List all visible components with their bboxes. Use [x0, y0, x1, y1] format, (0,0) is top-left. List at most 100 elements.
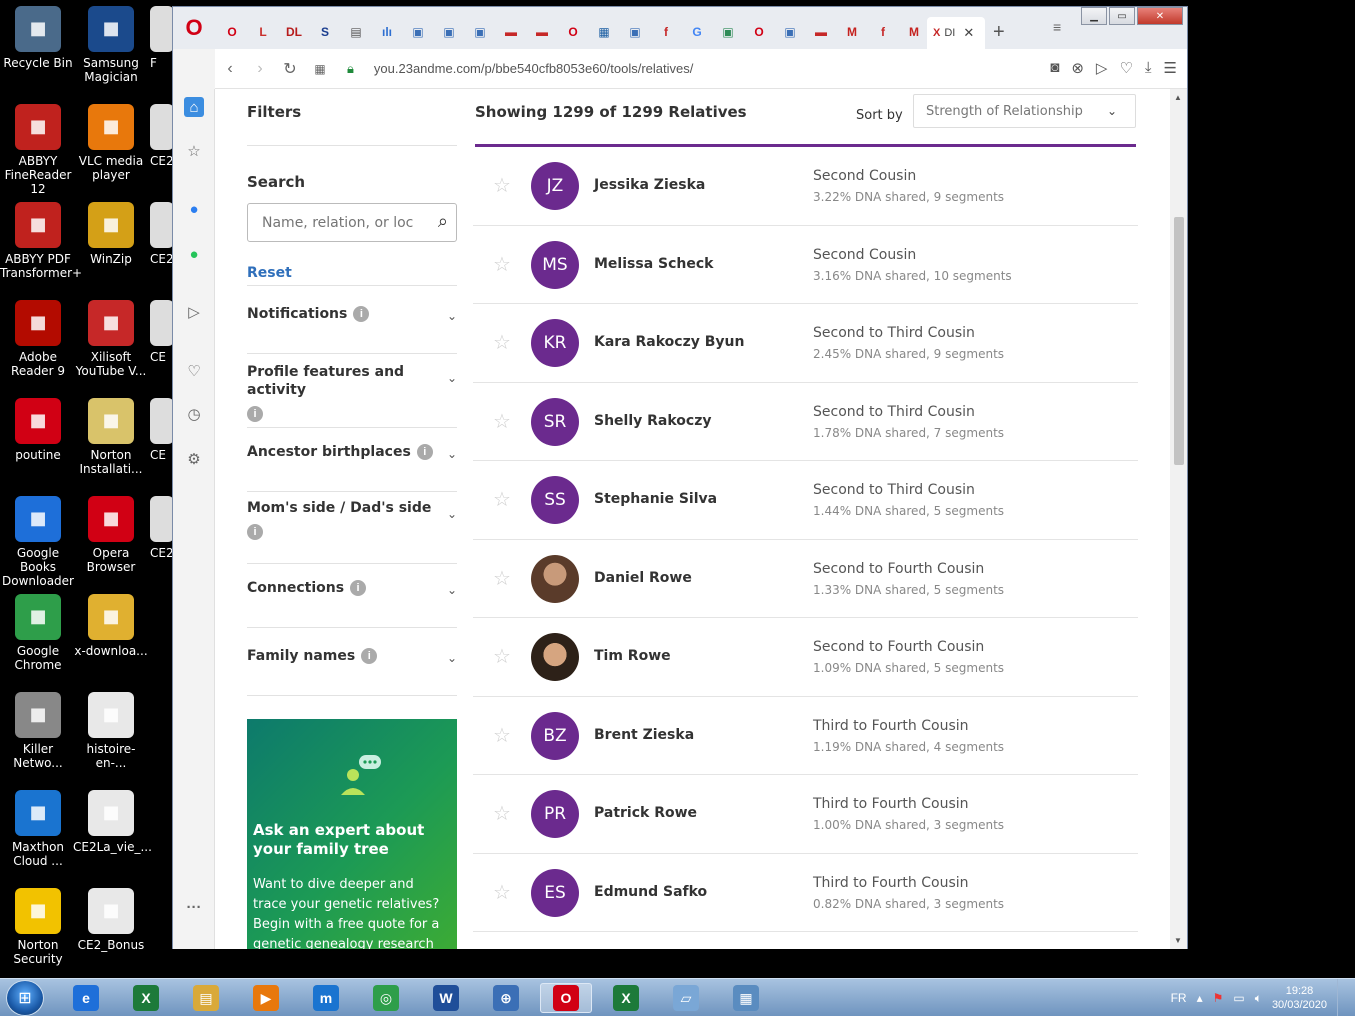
- avatar[interactable]: BZ: [531, 711, 579, 760]
- browser-tab[interactable]: DL: [283, 21, 305, 43]
- download-icon[interactable]: ⤓: [1145, 59, 1152, 77]
- close-window-button[interactable]: ✕: [1137, 7, 1183, 25]
- info-icon[interactable]: i: [353, 306, 370, 322]
- maximize-button[interactable]: ▭: [1109, 7, 1135, 25]
- taskbar-app[interactable]: X: [600, 983, 652, 1013]
- relative-name[interactable]: Daniel Rowe: [594, 570, 692, 586]
- expert-promo-banner[interactable]: Ask an expert about your family tree Wan…: [247, 719, 457, 949]
- url-field[interactable]: you.23andme.com/p/bbe540cfb8053e60/tools…: [374, 61, 693, 76]
- search-box[interactable]: ⌕: [247, 203, 457, 242]
- taskbar-app[interactable]: X: [120, 983, 172, 1013]
- flag-icon[interactable]: ⚑: [1213, 991, 1224, 1005]
- browser-tab[interactable]: ılı: [376, 21, 398, 43]
- relative-name[interactable]: Jessika Zieska: [594, 177, 705, 193]
- adblock-icon[interactable]: ⊗: [1071, 59, 1084, 77]
- send-icon[interactable]: ▷: [184, 302, 204, 322]
- avatar[interactable]: [531, 554, 579, 603]
- taskbar-app[interactable]: O: [540, 983, 592, 1013]
- desktop-icon[interactable]: ■ ABBYY FineReader 12: [0, 104, 76, 196]
- heart-icon[interactable]: ♡: [184, 361, 204, 381]
- relative-name[interactable]: Melissa Scheck: [594, 256, 713, 272]
- taskbar-app[interactable]: e: [60, 983, 112, 1013]
- desktop-icon-partial[interactable]: CE2: [150, 202, 174, 266]
- desktop-icon[interactable]: ■ Recycle Bin: [0, 6, 76, 70]
- network-icon[interactable]: ▭: [1233, 991, 1244, 1005]
- filter-section[interactable]: Connections i ⌄: [247, 579, 457, 628]
- browser-tab[interactable]: O: [221, 21, 243, 43]
- search-icon[interactable]: ⌕: [438, 211, 448, 232]
- show-desktop-button[interactable]: [1337, 979, 1347, 1016]
- relative-row[interactable]: ☆ KR Kara Rakoczy Byun Second to Third Cous…: [473, 304, 1138, 383]
- info-icon[interactable]: i: [361, 648, 378, 664]
- star-icon[interactable]: ☆: [184, 141, 204, 161]
- browser-tab[interactable]: M: [841, 21, 863, 43]
- tab-menu-icon[interactable]: ≡: [1053, 19, 1061, 35]
- avatar[interactable]: SS: [531, 476, 579, 524]
- close-tab-icon[interactable]: ✕: [963, 25, 974, 41]
- star-icon[interactable]: ☆: [493, 801, 511, 826]
- browser-tab[interactable]: ▣: [469, 21, 491, 43]
- relative-row[interactable]: ☆ BZ Brent Zieska Third to Fourth Cousin 1.1…: [473, 697, 1138, 775]
- desktop-icon[interactable]: ■ Google Chrome: [0, 594, 76, 672]
- relative-name[interactable]: Edmund Safko: [594, 884, 707, 900]
- relative-row[interactable]: ☆ ES Edmund Safko Third to Fourth Cousin 0.8…: [473, 854, 1138, 932]
- speed-dial-icon[interactable]: ▦: [305, 62, 335, 76]
- reset-link[interactable]: Reset: [247, 265, 292, 281]
- info-icon[interactable]: i: [416, 444, 433, 460]
- browser-tab[interactable]: ▣: [779, 21, 801, 43]
- search-input[interactable]: [262, 214, 422, 231]
- star-icon[interactable]: ☆: [493, 644, 511, 669]
- browser-tab[interactable]: f: [655, 21, 677, 43]
- browser-tab[interactable]: O: [562, 21, 584, 43]
- scroll-down-icon[interactable]: ▼: [1174, 936, 1182, 945]
- avatar[interactable]: SR: [531, 397, 579, 446]
- star-icon[interactable]: ☆: [493, 409, 511, 434]
- browser-tab[interactable]: ▣: [624, 21, 646, 43]
- relative-row[interactable]: ☆ Tim Rowe Second to Fourth Cousin 1.09% DN…: [473, 618, 1138, 697]
- taskbar-app[interactable]: ▱: [660, 983, 712, 1013]
- browser-tab[interactable]: ▤: [345, 21, 367, 43]
- browser-tab[interactable]: G: [686, 21, 708, 43]
- opera-menu-button[interactable]: O: [173, 7, 215, 49]
- more-icon[interactable]: ···: [184, 897, 204, 917]
- avatar[interactable]: KR: [531, 319, 579, 367]
- filter-section[interactable]: Mom's side / Dad's side i ⌄: [247, 499, 457, 564]
- star-icon[interactable]: ☆: [493, 566, 511, 591]
- taskbar-app[interactable]: ⊕: [480, 983, 532, 1013]
- sort-select[interactable]: Strength of Relationship ⌄: [913, 94, 1136, 128]
- heart-icon[interactable]: ♡: [1119, 59, 1132, 77]
- browser-tab[interactable]: ▬: [531, 21, 553, 43]
- taskbar-app[interactable]: W: [420, 983, 472, 1013]
- desktop-icon-partial[interactable]: CE2: [150, 496, 174, 560]
- relative-row[interactable]: ☆ SR Shelly Rakoczy Second to Third Cousin 1…: [473, 383, 1138, 461]
- desktop-icon[interactable]: ■ x-downloa...: [73, 594, 149, 658]
- volume-icon[interactable]: 🔈︎: [1255, 991, 1262, 1006]
- desktop-icon[interactable]: ■ Adobe Reader 9: [0, 300, 76, 378]
- settings-icon[interactable]: ⚙: [184, 449, 204, 469]
- filter-section[interactable]: Profile features and activity i ⌄: [247, 363, 457, 428]
- browser-tab[interactable]: f: [872, 21, 894, 43]
- browser-tab[interactable]: ▣: [717, 21, 739, 43]
- desktop-icon-partial[interactable]: CE: [150, 398, 174, 462]
- desktop-icon[interactable]: ■ histoire-en-...: [73, 692, 149, 770]
- relative-row[interactable]: ☆ Daniel Rowe Second to Fourth Cousin 1.33%…: [473, 540, 1138, 618]
- relative-row[interactable]: ☆ JZ Jessika Zieska Second Cousin 3.22% DNA …: [473, 147, 1138, 226]
- browser-tab[interactable]: ▣: [438, 21, 460, 43]
- desktop-icon[interactable]: ■ Killer Netwo...: [0, 692, 76, 770]
- avatar[interactable]: JZ: [531, 162, 579, 210]
- desktop-icon[interactable]: ■ WinZip: [73, 202, 149, 266]
- browser-tab[interactable]: M: [903, 21, 925, 43]
- tab-active[interactable]: X DI ✕: [927, 17, 985, 49]
- taskbar-app[interactable]: m: [300, 983, 352, 1013]
- relative-row[interactable]: ☆ PR Patrick Rowe Third to Fourth Cousin 1.0…: [473, 775, 1138, 854]
- reload-icon[interactable]: ↻: [275, 59, 305, 79]
- relative-name[interactable]: Kara Rakoczy Byun: [594, 334, 744, 350]
- forward-icon[interactable]: ›: [245, 60, 275, 78]
- star-icon[interactable]: ☆: [493, 173, 511, 198]
- star-icon[interactable]: ☆: [493, 880, 511, 905]
- filter-section[interactable]: Ancestor birthplaces i ⌄: [247, 443, 457, 492]
- back-icon[interactable]: ‹: [215, 60, 245, 78]
- new-tab-button[interactable]: +: [993, 21, 1005, 44]
- language-indicator[interactable]: FR: [1171, 991, 1187, 1005]
- start-button[interactable]: ⊞: [6, 980, 44, 1016]
